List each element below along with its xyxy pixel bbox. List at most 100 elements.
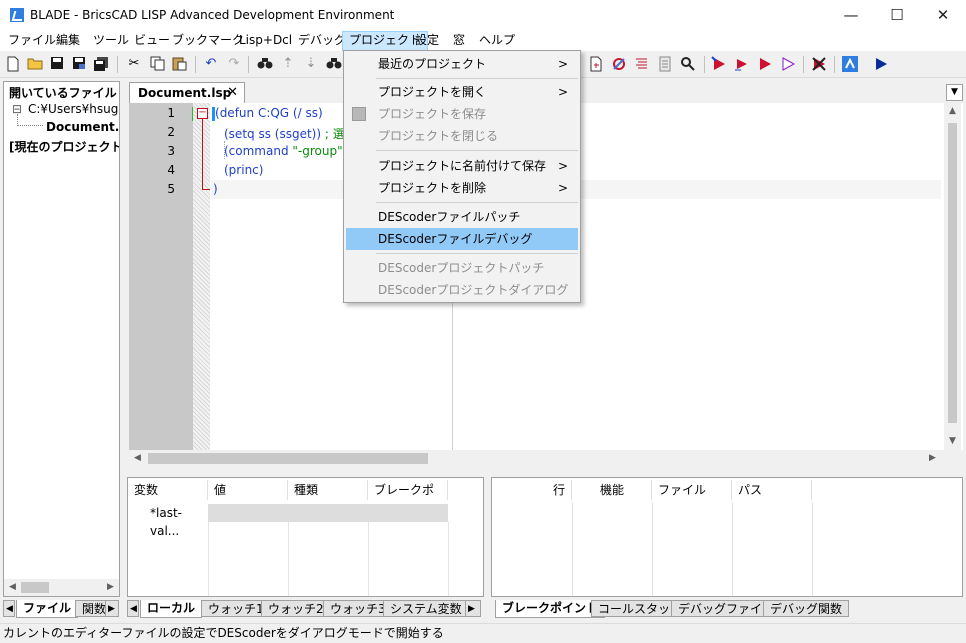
column-file[interactable]: ファイル [652, 480, 732, 500]
tab-scroll-right-icon[interactable]: ▶ [105, 600, 119, 617]
code-line-4: (princ) [224, 163, 264, 177]
menu-item-recent-projects[interactable]: 最近のプロジェクト > [346, 53, 578, 75]
fold-collapse-icon[interactable]: − [197, 108, 208, 119]
menu-bar: ファイル 編集 ツール ビュー ブックマーク Lisp+Dcl デバッグ プロジ… [0, 31, 966, 51]
save-icon [352, 107, 366, 121]
redo-icon[interactable]: ↷ [226, 56, 242, 72]
line-number: 4 [167, 163, 175, 177]
tab-breakpoints[interactable]: ブレークポイント [495, 600, 606, 618]
find-icon[interactable] [257, 56, 273, 72]
column-value[interactable]: 値 [208, 480, 288, 500]
menu-window[interactable]: 窓 [447, 31, 471, 51]
status-bar: カレントのエディターファイルの設定でDEScoderをダイアログモードで開始する [0, 623, 966, 643]
menu-item-descoder-project-dialog[interactable]: DEScoderプロジェクトダイアログ [346, 279, 578, 301]
paste-icon[interactable] [171, 56, 187, 72]
menu-item-descoder-file-patch[interactable]: DEScoderファイルパッチ [346, 206, 578, 228]
locals-pane: 変数 値 種類 ブレークポイ... *last-val... [127, 477, 484, 597]
table-row[interactable]: *last-val... [144, 504, 208, 538]
open-folder-icon[interactable] [27, 56, 43, 72]
editor-horizontal-scrollbar[interactable]: ◀ ▶ [129, 450, 963, 467]
check-syntax-icon[interactable] [611, 56, 627, 72]
left-panel-scrollbar[interactable]: ◀ ▶ [4, 579, 119, 596]
find-in-files-icon[interactable] [326, 56, 342, 72]
column-path[interactable]: パス [732, 480, 812, 500]
find-previous-icon[interactable]: ⇡ [280, 56, 296, 72]
document-tab-label: Document.lsp [138, 86, 232, 100]
stop-debug-icon[interactable] [811, 56, 827, 72]
tab-watch2[interactable]: ウォッチ2 [261, 600, 331, 617]
code-line-2: (setq ss (ssget)) ; 選択 [224, 127, 357, 141]
tab-locals[interactable]: ローカル [140, 600, 203, 618]
menu-item-open-project[interactable]: プロジェクトを開く > [346, 81, 578, 103]
breakpoints-tabs: ブレークポイント コールスタック デバッグファイル デバッグ関数 [491, 600, 963, 620]
line-number: 5 [167, 182, 175, 196]
column-line[interactable]: 行 [492, 480, 572, 500]
minimize-button[interactable]: — [828, 0, 874, 31]
close-tab-icon[interactable]: ✕ [227, 83, 238, 103]
play-icon[interactable] [873, 56, 889, 72]
open-files-header: 開いているファイル [9, 86, 117, 100]
tab-files[interactable]: ファイル [16, 600, 79, 618]
continue-icon[interactable] [780, 56, 796, 72]
undo-icon[interactable]: ↶ [203, 56, 219, 72]
column-breakpoint[interactable]: ブレークポイ... [368, 480, 448, 517]
menu-settings[interactable]: 設定 [409, 31, 445, 51]
menu-item-descoder-file-debug[interactable]: DEScoderファイルデバッグ [346, 228, 578, 250]
tab-scroll-left-icon[interactable]: ◀ [3, 600, 15, 617]
tab-debug-functions[interactable]: デバッグ関数 [763, 600, 850, 617]
inspect-icon[interactable] [680, 56, 696, 72]
submenu-arrow-icon: > [557, 85, 568, 99]
start-debug-icon[interactable] [711, 56, 727, 72]
save-icon[interactable] [49, 56, 65, 72]
open-files-panel: 開いているファイル ⊟ C:¥Users¥hsugiha Document.ls… [3, 81, 120, 597]
tab-list-dropdown-icon[interactable]: ▼ [946, 84, 963, 101]
menu-help[interactable]: ヘルプ [473, 31, 521, 51]
line-number: 1 [167, 106, 175, 120]
code-line-5: ) [213, 182, 218, 196]
tab-system-variables[interactable]: システム変数 [383, 600, 469, 617]
code-line-3: (command "-group" [224, 144, 343, 158]
code-line-1: (defun C:QG (/ ss) [215, 106, 323, 120]
save-all-icon[interactable] [93, 56, 109, 72]
project-menu-dropdown: 最近のプロジェクト > プロジェクトを開く > プロジェクトを保存 プロジェクトを閉… [343, 50, 581, 303]
load-file-icon[interactable] [588, 56, 604, 72]
copy-icon[interactable] [149, 56, 165, 72]
current-project-item[interactable]: [現在のプロジェクト] [9, 138, 119, 155]
menu-lisp-dcl[interactable]: Lisp+Dcl [233, 31, 298, 51]
menu-item-save-project[interactable]: プロジェクトを保存 [346, 103, 578, 125]
cut-icon[interactable]: ✂ [126, 56, 142, 72]
find-next-icon[interactable]: ⇣ [303, 56, 319, 72]
tab-scroll-right-icon[interactable]: ▶ [465, 600, 481, 617]
new-file-icon[interactable] [5, 56, 21, 72]
window-title: BLADE - BricsCAD LISP Advanced Developme… [30, 8, 395, 22]
menu-item-save-project-as[interactable]: プロジェクトに名前付けて保存 > [346, 155, 578, 177]
menu-item-descoder-project-patch[interactable]: DEScoderプロジェクトパッチ [346, 257, 578, 279]
debug-step-icon[interactable] [734, 56, 750, 72]
save-as-icon[interactable] [71, 56, 87, 72]
submenu-arrow-icon: > [557, 57, 568, 71]
line-number-gutter: 1 2 3 4 5 [129, 103, 193, 450]
run-icon[interactable] [757, 56, 773, 72]
submenu-arrow-icon: > [557, 181, 568, 195]
line-number: 3 [167, 144, 175, 158]
close-button[interactable]: ✕ [920, 0, 966, 31]
format-code-icon[interactable] [634, 56, 650, 72]
column-variable[interactable]: 変数 [128, 480, 208, 500]
editor-vertical-scrollbar[interactable]: ▲ ▼ [944, 103, 961, 450]
tree-file-item[interactable]: Document.lsp [46, 120, 119, 134]
tab-scroll-left-icon[interactable]: ◀ [127, 600, 139, 617]
column-type[interactable]: 種類 [288, 480, 368, 500]
column-function[interactable]: 機能 [572, 480, 652, 500]
maximize-button[interactable]: ☐ [874, 0, 920, 31]
bricscad-icon[interactable] [842, 56, 858, 72]
document-icon[interactable] [657, 56, 673, 72]
menu-item-close-project[interactable]: プロジェクトを閉じる [346, 125, 578, 147]
tree-folder-path[interactable]: C:¥Users¥hsugiha [28, 102, 119, 116]
tab-document-lsp[interactable]: Document.lsp ✕ [129, 82, 245, 103]
menu-edit[interactable]: 編集 [50, 31, 86, 51]
left-panel-tabs: ◀ ファイル 関数 ▶ [3, 600, 121, 620]
submenu-arrow-icon: > [557, 159, 568, 173]
blade-app-icon [10, 8, 24, 22]
menu-item-delete-project[interactable]: プロジェクトを削除 > [346, 177, 578, 199]
title-bar: BLADE - BricsCAD LISP Advanced Developme… [0, 0, 966, 31]
